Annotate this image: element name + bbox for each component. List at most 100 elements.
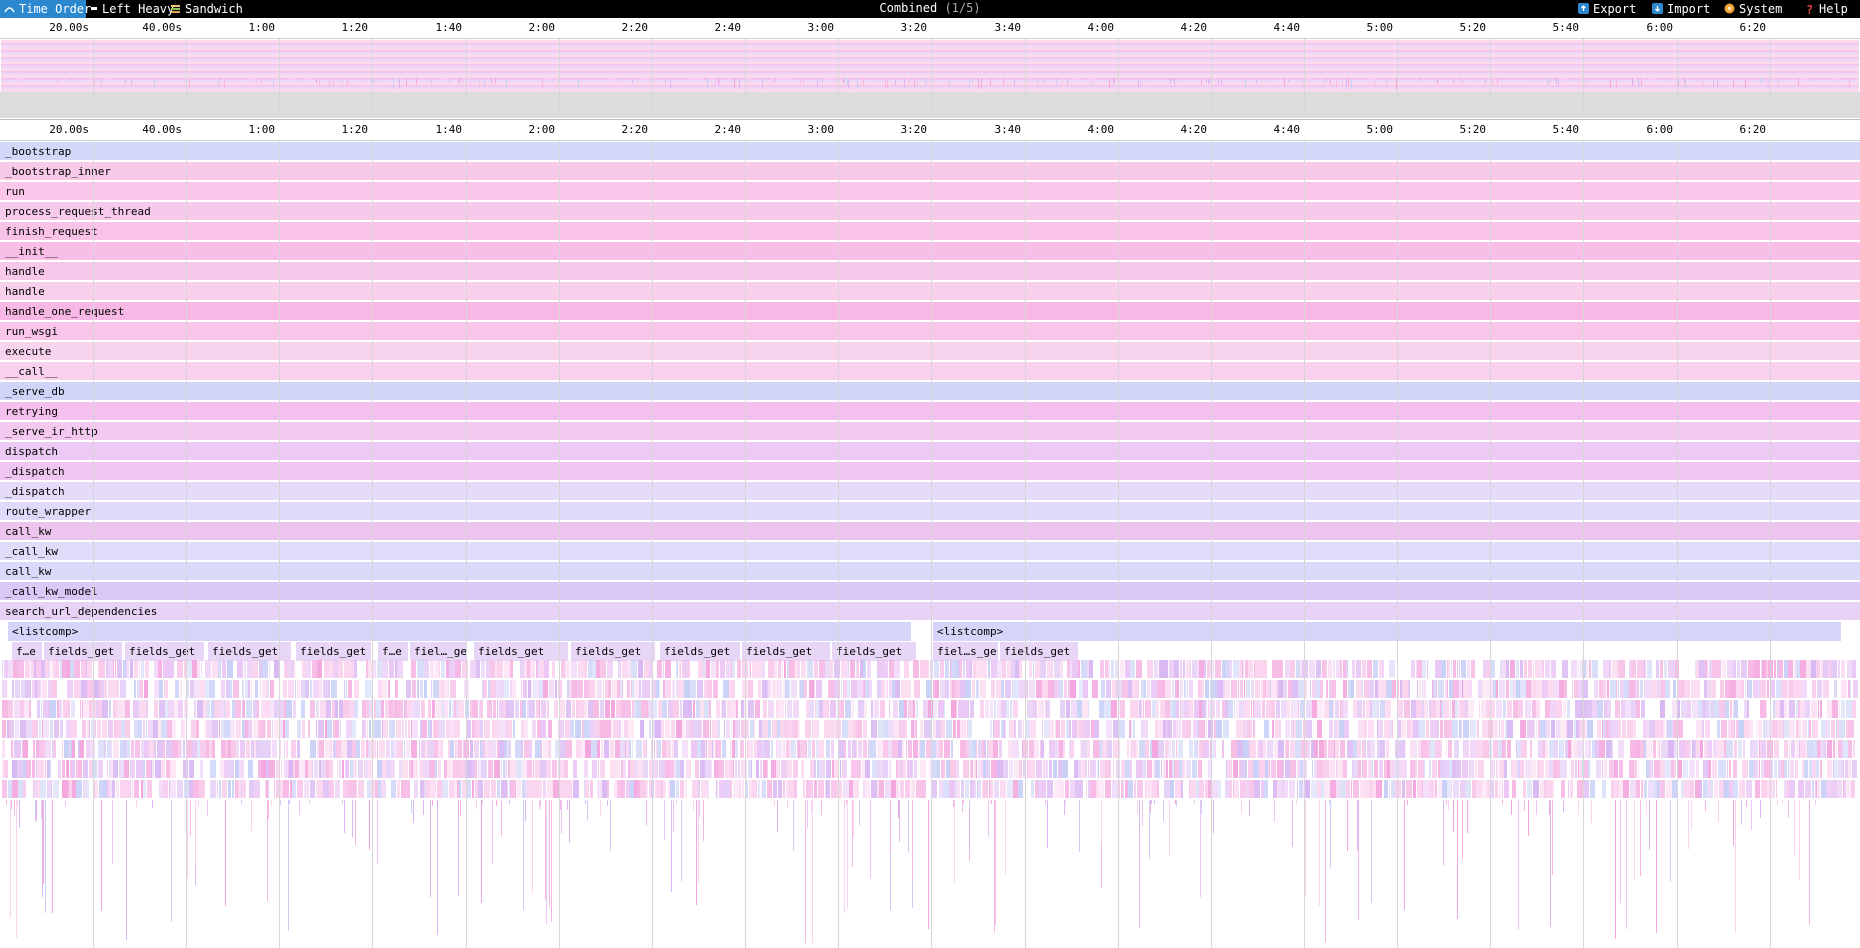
call-frame-mark[interactable] (1410, 740, 1413, 758)
call-frame-mark[interactable] (369, 720, 371, 738)
call-frame-mark[interactable] (1503, 700, 1506, 718)
call-frame-mark[interactable] (521, 680, 522, 698)
call-frame-mark[interactable] (1147, 720, 1148, 738)
call-frame-mark[interactable] (1453, 660, 1456, 678)
call-frame-mark[interactable] (1392, 680, 1396, 698)
call-frame-mark[interactable] (265, 700, 270, 718)
deep-frame-mark[interactable] (664, 800, 665, 840)
call-frame-mark[interactable] (549, 680, 554, 698)
call-frame-mark[interactable] (1702, 720, 1704, 738)
call-frame-mark[interactable] (1833, 740, 1835, 758)
call-frame-mark[interactable] (1300, 760, 1303, 778)
deep-frame-mark[interactable] (52, 800, 53, 913)
call-frame-mark[interactable] (1363, 700, 1364, 718)
call-frame-mark[interactable] (1418, 760, 1424, 778)
call-frame-mark[interactable] (1662, 740, 1668, 758)
call-frame-mark[interactable] (1462, 760, 1468, 778)
call-frame-mark[interactable] (1085, 760, 1087, 778)
call-frame-mark[interactable] (923, 700, 928, 718)
call-frame-mark[interactable] (834, 660, 840, 678)
call-frame-mark[interactable] (125, 700, 130, 718)
call-frame-mark[interactable] (1362, 760, 1367, 778)
call-frame-mark[interactable] (1545, 760, 1549, 778)
call-frame-mark[interactable] (1348, 680, 1351, 698)
call-frame-mark[interactable] (503, 760, 505, 778)
call-frame-mark[interactable] (990, 700, 993, 718)
call-frame-mark[interactable] (1364, 680, 1369, 698)
call-frame-mark[interactable] (1540, 760, 1544, 778)
call-frame-mark[interactable] (1667, 720, 1672, 738)
deep-frame-mark[interactable] (1154, 800, 1155, 804)
call-frame-mark[interactable] (771, 760, 776, 778)
call-frame-mark[interactable] (840, 760, 841, 778)
call-frame-mark[interactable] (665, 720, 670, 738)
call-frame-mark[interactable] (1656, 660, 1659, 678)
call-frame-mark[interactable] (258, 760, 261, 778)
call-frame-mark[interactable] (848, 660, 849, 678)
deep-frame-mark[interactable] (807, 800, 808, 828)
call-frame-mark[interactable] (1019, 760, 1022, 778)
call-frame-mark[interactable] (165, 700, 168, 718)
call-frame-mark[interactable] (726, 660, 731, 678)
call-frame-mark[interactable] (916, 780, 922, 798)
call-frame-mark[interactable] (1492, 680, 1493, 698)
call-frame-mark[interactable] (1460, 780, 1465, 798)
call-frame-mark[interactable] (1586, 660, 1588, 678)
call-frame-mark[interactable] (497, 780, 500, 798)
call-frame-mark[interactable] (1477, 720, 1479, 738)
call-frame-mark[interactable] (459, 720, 460, 738)
call-frame-mark[interactable] (1094, 720, 1099, 738)
call-frame-mark[interactable] (730, 740, 731, 758)
deep-frame-mark[interactable] (1176, 800, 1177, 807)
call-frame-mark[interactable] (1096, 780, 1098, 798)
call-frame-mark[interactable] (1540, 780, 1544, 798)
call-frame-mark[interactable] (240, 740, 245, 758)
call-frame-mark[interactable] (253, 720, 258, 738)
call-frame-mark[interactable] (661, 720, 664, 738)
call-frame-mark[interactable] (951, 700, 956, 718)
call-frame-mark[interactable] (1043, 760, 1048, 778)
call-frame-mark[interactable] (458, 740, 462, 758)
call-frame-mark[interactable] (72, 740, 75, 758)
call-frame-mark[interactable] (817, 760, 819, 778)
call-frame-mark[interactable] (261, 760, 266, 778)
call-frame-mark[interactable] (764, 740, 770, 758)
call-frame-mark[interactable] (1836, 740, 1837, 758)
call-frame-mark[interactable] (1629, 660, 1631, 678)
deep-frame-mark[interactable] (610, 800, 611, 851)
call-frame-mark[interactable] (1285, 740, 1286, 758)
call-frame-mark[interactable] (1376, 780, 1382, 798)
call-frame-mark[interactable] (1245, 660, 1248, 678)
call-frame-mark[interactable] (864, 700, 867, 718)
call-frame-mark[interactable] (1486, 700, 1492, 718)
call-frame-mark[interactable] (1845, 760, 1848, 778)
call-frame-mark[interactable] (310, 700, 315, 718)
call-frame-mark[interactable] (1603, 680, 1606, 698)
call-frame-mark[interactable] (1199, 700, 1202, 718)
call-frame-mark[interactable] (161, 760, 163, 778)
call-frame-mark[interactable] (683, 680, 684, 698)
call-frame-mark[interactable] (806, 700, 809, 718)
call-frame-mark[interactable] (1538, 740, 1543, 758)
call-frame-mark[interactable] (554, 700, 558, 718)
call-frame-mark[interactable] (662, 740, 666, 758)
call-frame-mark[interactable] (1324, 700, 1329, 718)
call-frame-mark[interactable] (620, 740, 625, 758)
call-frame-mark[interactable] (365, 720, 366, 738)
call-frame-mark[interactable] (544, 660, 549, 678)
call-frame-mark[interactable] (977, 780, 978, 798)
call-frame-mark[interactable] (310, 680, 312, 698)
call-frame-mark[interactable] (116, 780, 119, 798)
call-frame-mark[interactable] (1841, 740, 1843, 758)
call-frame-mark[interactable] (1172, 760, 1174, 778)
call-frame-mark[interactable] (1650, 680, 1656, 698)
call-frame-mark[interactable] (1761, 740, 1766, 758)
call-frame-mark[interactable] (1322, 660, 1325, 678)
call-frame-mark[interactable] (578, 700, 584, 718)
deep-frame-mark[interactable] (1065, 800, 1066, 805)
call-frame-mark[interactable] (960, 740, 966, 758)
call-frame-mark[interactable] (994, 700, 996, 718)
call-frame-mark[interactable] (1470, 740, 1473, 758)
deep-frame-mark[interactable] (567, 800, 568, 810)
call-frame-mark[interactable] (604, 780, 607, 798)
